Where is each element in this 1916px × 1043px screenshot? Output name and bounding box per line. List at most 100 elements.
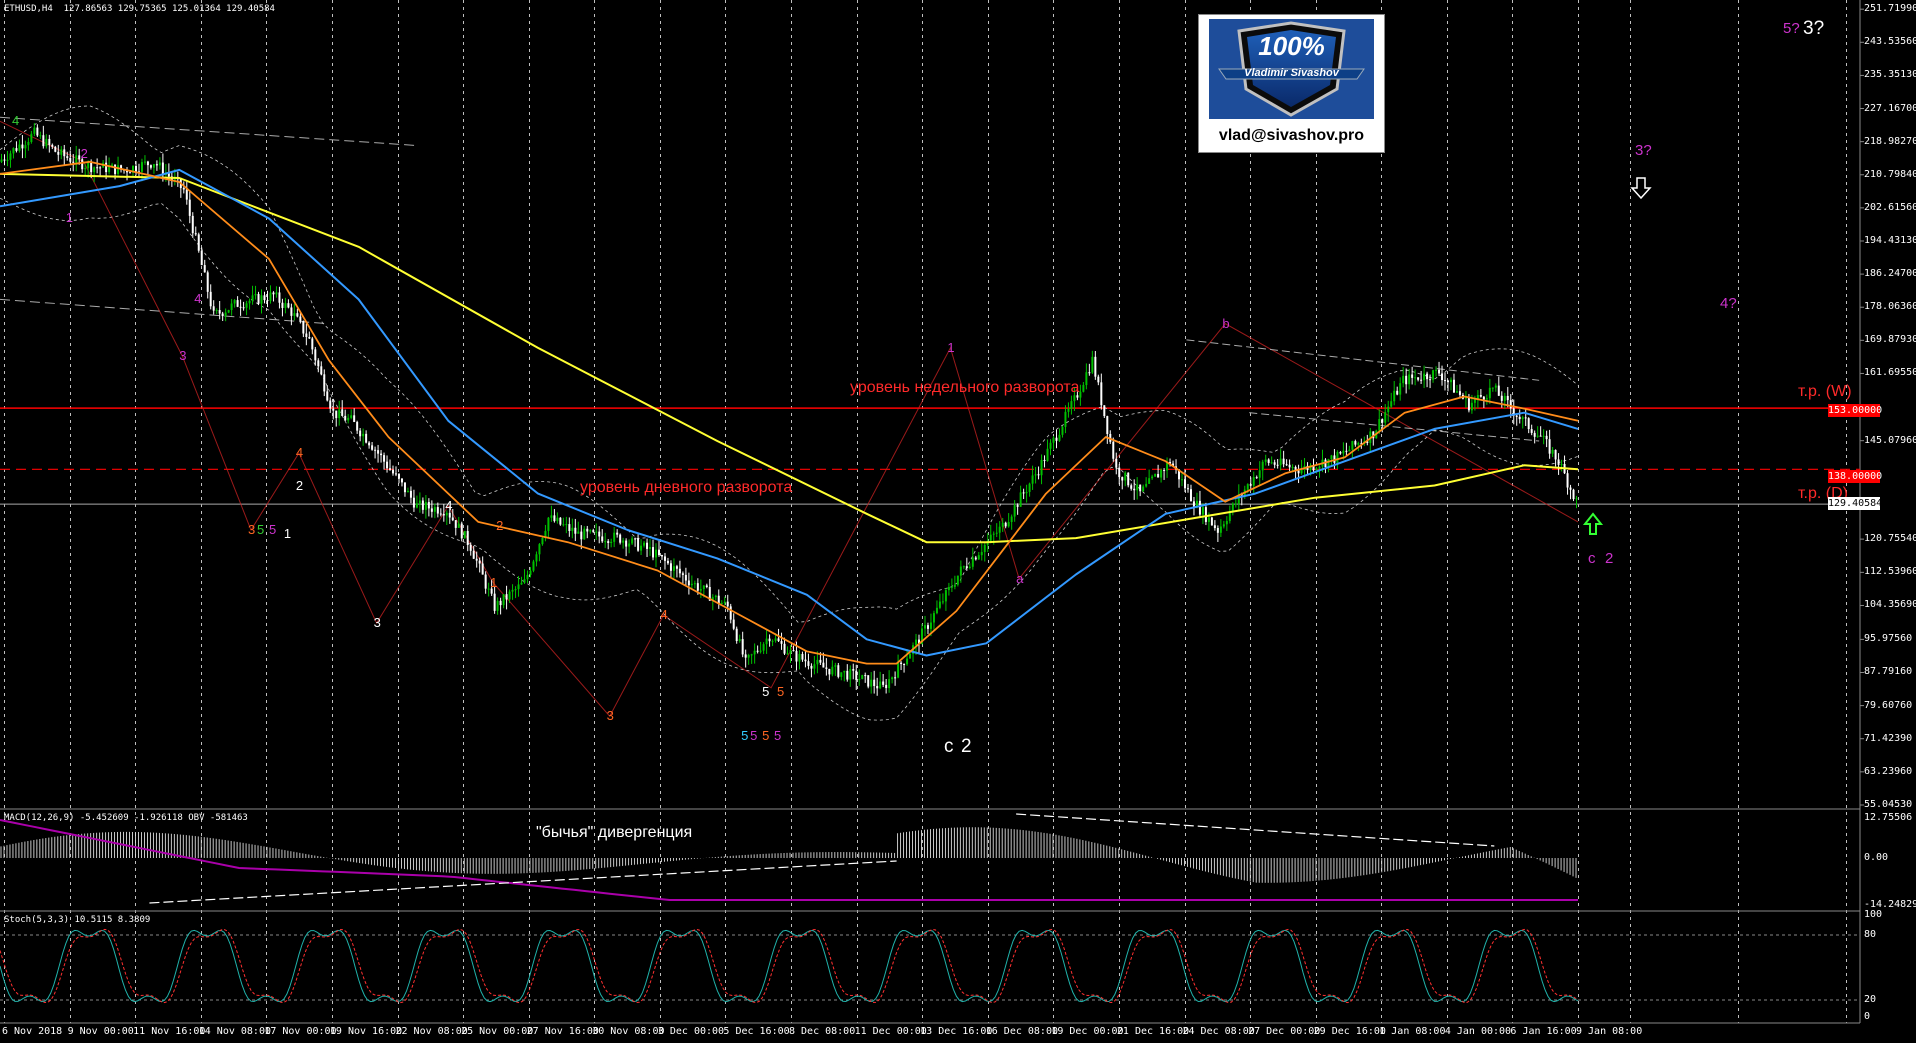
x-tick-label: 11 Nov 16:00	[133, 1026, 206, 1037]
candle-body	[1279, 458, 1282, 466]
candle-body	[206, 272, 209, 292]
candle-body	[666, 560, 669, 564]
candle-body	[1557, 459, 1560, 465]
candle-body	[445, 512, 448, 516]
candle-body	[894, 677, 897, 679]
candle-body	[1037, 474, 1040, 476]
candle-body	[765, 638, 768, 645]
candle-body	[756, 650, 759, 652]
candle-body	[96, 167, 99, 169]
candle-body	[341, 409, 344, 416]
x-tick-label: 19 Nov 16:00	[329, 1026, 403, 1037]
tp-w-label: т.р. (W)	[1798, 383, 1852, 400]
candle-body	[1444, 380, 1447, 382]
candle-body	[909, 653, 912, 659]
y-tick-label: 104.35690	[1864, 599, 1916, 611]
candle-body	[212, 306, 215, 311]
candle-body	[33, 127, 36, 134]
wave-label: 3	[179, 348, 187, 364]
candle-body	[1378, 419, 1381, 431]
candle-body	[1390, 401, 1393, 407]
candle-body	[242, 307, 245, 309]
candle-body	[1222, 524, 1225, 527]
candle-body	[735, 628, 738, 641]
candle-body	[257, 293, 260, 304]
candle-body	[409, 490, 412, 498]
wave-label: 3	[248, 522, 256, 538]
macd-signal-line	[0, 819, 1578, 901]
wave-5q: 5?	[1783, 20, 1800, 37]
y-tick-label: 178.06360	[1864, 301, 1916, 313]
candle-body	[995, 532, 998, 534]
candle-body	[281, 302, 284, 308]
candle-body	[607, 541, 610, 544]
candle-body	[565, 524, 568, 526]
divergence-label: "бычья" дивергенция	[536, 824, 693, 841]
candle-body	[1482, 396, 1485, 400]
candle-body	[592, 530, 595, 532]
candle-body	[1381, 419, 1384, 423]
y-tick-label: 95.97560	[1864, 633, 1913, 645]
candle-body	[900, 662, 903, 664]
channel-line	[0, 116, 419, 147]
candle-body	[400, 478, 403, 483]
candle-body	[1411, 374, 1414, 378]
candle-body	[789, 650, 792, 654]
x-tick-label: 30 Nov 08:00	[592, 1026, 665, 1037]
candle-body	[374, 449, 377, 451]
candle-body	[251, 295, 254, 301]
candle-body	[634, 538, 637, 540]
candle-body	[1393, 390, 1396, 402]
candle-body	[1261, 461, 1264, 471]
candle-body	[1387, 406, 1390, 413]
author-logo: 100% Vladimir Sivashov vlad@sivashov.pro	[1198, 14, 1385, 153]
y-tick-label: 210.79840	[1864, 168, 1916, 180]
candle-body	[786, 653, 789, 655]
candle-body	[568, 524, 571, 531]
candle-body	[643, 542, 646, 546]
candle-body	[424, 502, 427, 510]
candle-body	[559, 517, 562, 525]
candle-body	[1536, 435, 1539, 437]
candle-body	[254, 293, 257, 296]
candle-body	[1070, 401, 1073, 409]
candle-body	[1213, 525, 1216, 529]
candle-body	[1100, 382, 1103, 406]
wave-label: a	[1016, 570, 1024, 586]
macd-panel	[0, 813, 1578, 904]
candle-body	[941, 601, 944, 603]
candle-body	[302, 320, 305, 334]
candle-body	[1551, 449, 1554, 454]
candle-body	[613, 532, 616, 542]
y-tick-label: 161.69550	[1864, 367, 1916, 379]
candle-body	[1348, 449, 1351, 452]
candle-body	[1273, 462, 1276, 465]
candle-body	[541, 537, 544, 545]
candle-body	[380, 453, 383, 456]
candle-body	[968, 566, 971, 569]
candle-body	[675, 566, 678, 569]
candle-body	[669, 563, 672, 571]
candle-body	[314, 349, 317, 361]
candle-body	[18, 144, 21, 151]
candle-body	[66, 156, 69, 158]
candle-body	[87, 162, 90, 169]
candle-body	[1455, 391, 1458, 393]
wave-2-big: 2	[961, 736, 972, 757]
candle-body	[1426, 373, 1429, 380]
candle-body	[508, 591, 511, 600]
candle-body	[389, 468, 392, 470]
candle-body	[649, 547, 652, 549]
wave-path	[0, 120, 1579, 718]
candle-body	[1204, 507, 1207, 522]
candle-body	[759, 650, 762, 652]
candle-body	[51, 144, 54, 147]
chart-canvas[interactable]	[0, 0, 1916, 1043]
candle-body	[672, 566, 675, 571]
candle-body	[926, 625, 929, 629]
x-tick-label: 6 Nov 2018	[2, 1026, 63, 1037]
candle-body	[84, 168, 87, 170]
candle-body	[932, 613, 935, 623]
candle-body	[1115, 458, 1118, 468]
candle-body	[944, 590, 947, 602]
